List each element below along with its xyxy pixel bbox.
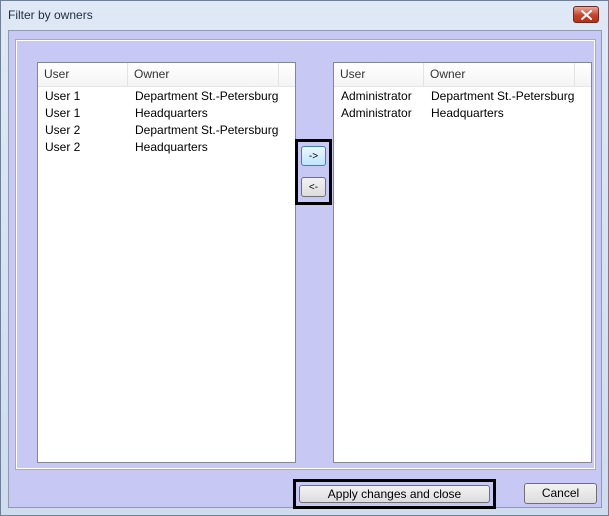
available-owners-list[interactable]: User Owner User 1 Department St.-Petersb… (37, 62, 296, 463)
move-right-button[interactable]: -> (301, 146, 326, 166)
list-header: User Owner (38, 63, 295, 87)
column-header-owner[interactable]: Owner (424, 63, 575, 86)
cell-user: User 1 (45, 89, 81, 103)
title-bar[interactable]: Filter by owners (1, 1, 608, 29)
cell-user: Administrator (341, 89, 412, 103)
cancel-button[interactable]: Cancel (524, 483, 597, 504)
cell-owner: Department St.-Petersburg (135, 123, 279, 137)
list-row[interactable]: Administrator Department St.-Petersburg (334, 88, 591, 105)
list-row[interactable]: User 1 Headquarters (38, 105, 295, 122)
column-header-filler (575, 63, 591, 86)
cell-user: Administrator (341, 106, 412, 120)
cell-owner: Headquarters (135, 140, 208, 154)
cell-owner: Headquarters (135, 106, 208, 120)
cell-user: User 2 (45, 140, 81, 154)
cell-owner: Department St.-Petersburg (135, 89, 279, 103)
list-rows: Administrator Department St.-Petersburg … (334, 88, 591, 122)
close-x-icon (581, 10, 592, 20)
selected-owners-list[interactable]: User Owner Administrator Department St.-… (333, 62, 592, 463)
filter-by-owners-window: Filter by owners User Owner User 1 Depar… (0, 0, 609, 516)
transfer-buttons-highlight: -> <- (295, 139, 332, 205)
apply-button-highlight: Apply changes and close (293, 479, 496, 509)
window-title: Filter by owners (8, 8, 93, 22)
list-row[interactable]: Administrator Headquarters (334, 105, 591, 122)
list-row[interactable]: User 1 Department St.-Petersburg (38, 88, 295, 105)
close-button[interactable] (573, 6, 599, 23)
cell-owner: Department St.-Petersburg (431, 89, 575, 103)
cell-user: User 1 (45, 106, 81, 120)
column-header-filler (279, 63, 295, 86)
list-header: User Owner (334, 63, 591, 87)
list-rows: User 1 Department St.-Petersburg User 1 … (38, 88, 295, 156)
cell-user: User 2 (45, 123, 81, 137)
lists-group-box: User Owner User 1 Department St.-Petersb… (15, 39, 596, 470)
column-header-user[interactable]: User (334, 63, 424, 86)
dialog-client-area: User Owner User 1 Department St.-Petersb… (8, 30, 602, 509)
apply-changes-button[interactable]: Apply changes and close (299, 485, 490, 503)
list-row[interactable]: User 2 Department St.-Petersburg (38, 122, 295, 139)
move-left-button[interactable]: <- (301, 177, 326, 197)
cell-owner: Headquarters (431, 106, 504, 120)
column-header-owner[interactable]: Owner (128, 63, 279, 86)
column-header-user[interactable]: User (38, 63, 128, 86)
list-row[interactable]: User 2 Headquarters (38, 139, 295, 156)
